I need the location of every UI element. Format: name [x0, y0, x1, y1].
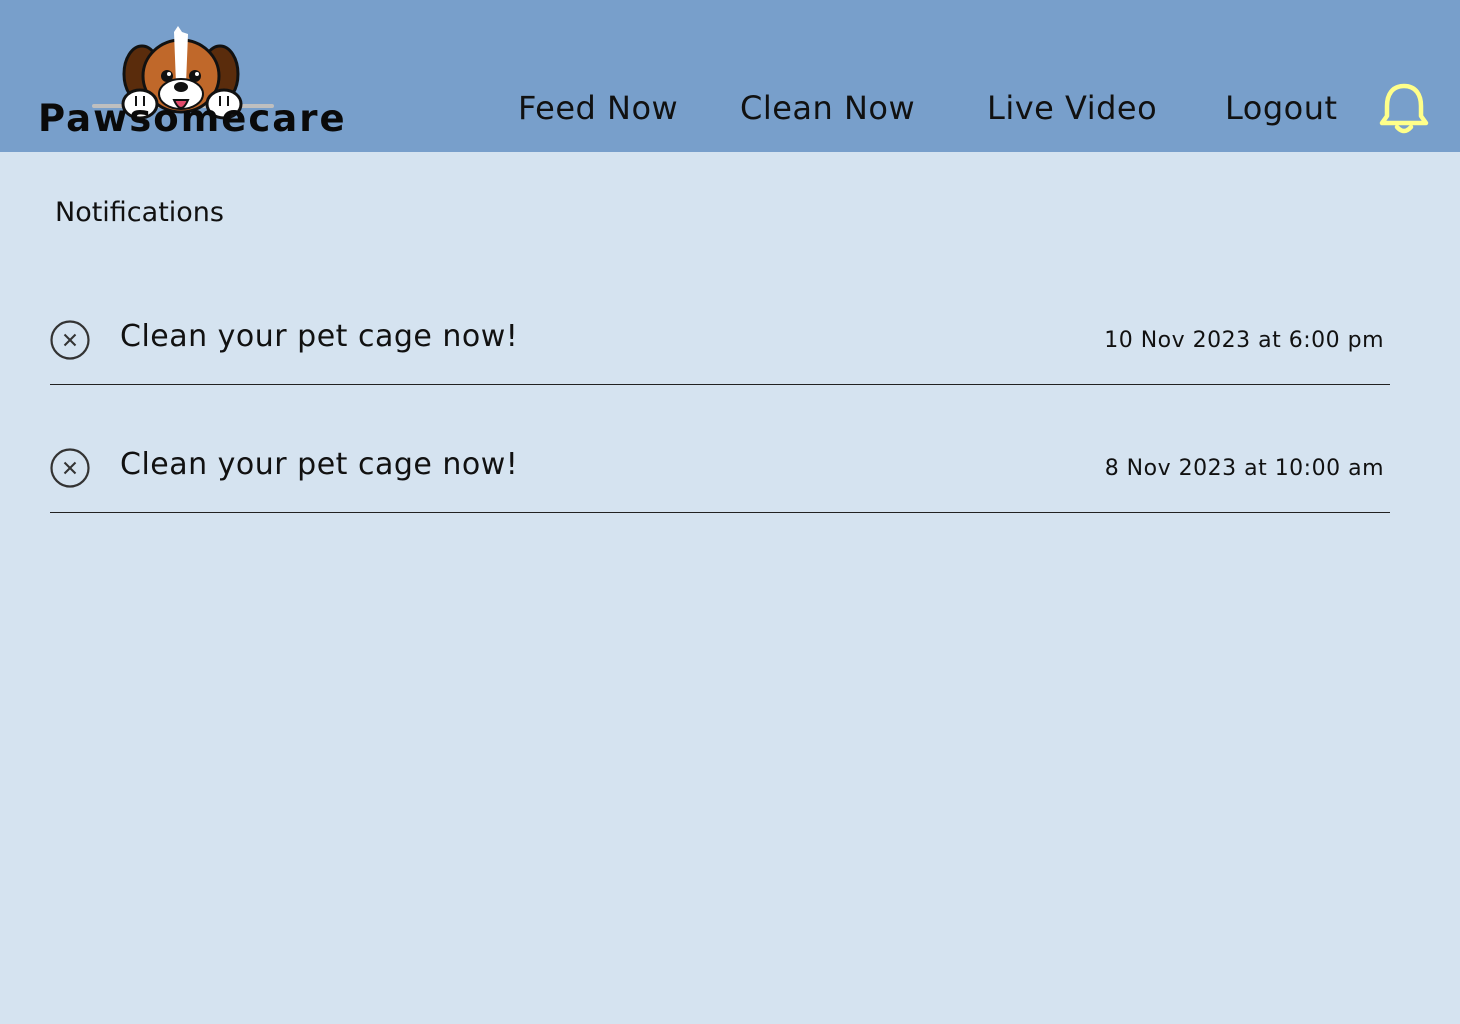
- nav-live-video[interactable]: Live Video: [987, 92, 1157, 124]
- close-circle-icon[interactable]: [50, 448, 90, 488]
- nav-clean-now[interactable]: Clean Now: [740, 92, 915, 124]
- notification-message: Clean your pet cage now!: [120, 319, 519, 354]
- brand-name: Pawsomecare: [38, 97, 347, 140]
- top-header: Pawsomecare Feed Now Clean Now Live Vide…: [0, 0, 1460, 152]
- notification-item: Clean your pet cage now! 10 Nov 2023 at …: [50, 304, 1390, 385]
- notification-timestamp: 10 Nov 2023 at 6:00 pm: [1104, 328, 1384, 353]
- bell-icon[interactable]: [1378, 82, 1430, 136]
- close-circle-icon[interactable]: [50, 320, 90, 360]
- notification-timestamp: 8 Nov 2023 at 10:00 am: [1104, 456, 1384, 481]
- notifications-title: Notifications: [55, 197, 224, 228]
- nav-logout[interactable]: Logout: [1225, 92, 1338, 124]
- brand-logo[interactable]: Pawsomecare: [38, 24, 348, 144]
- notification-message: Clean your pet cage now!: [120, 447, 519, 482]
- notification-item: Clean your pet cage now! 8 Nov 2023 at 1…: [50, 432, 1390, 513]
- nav-feed-now[interactable]: Feed Now: [518, 92, 678, 124]
